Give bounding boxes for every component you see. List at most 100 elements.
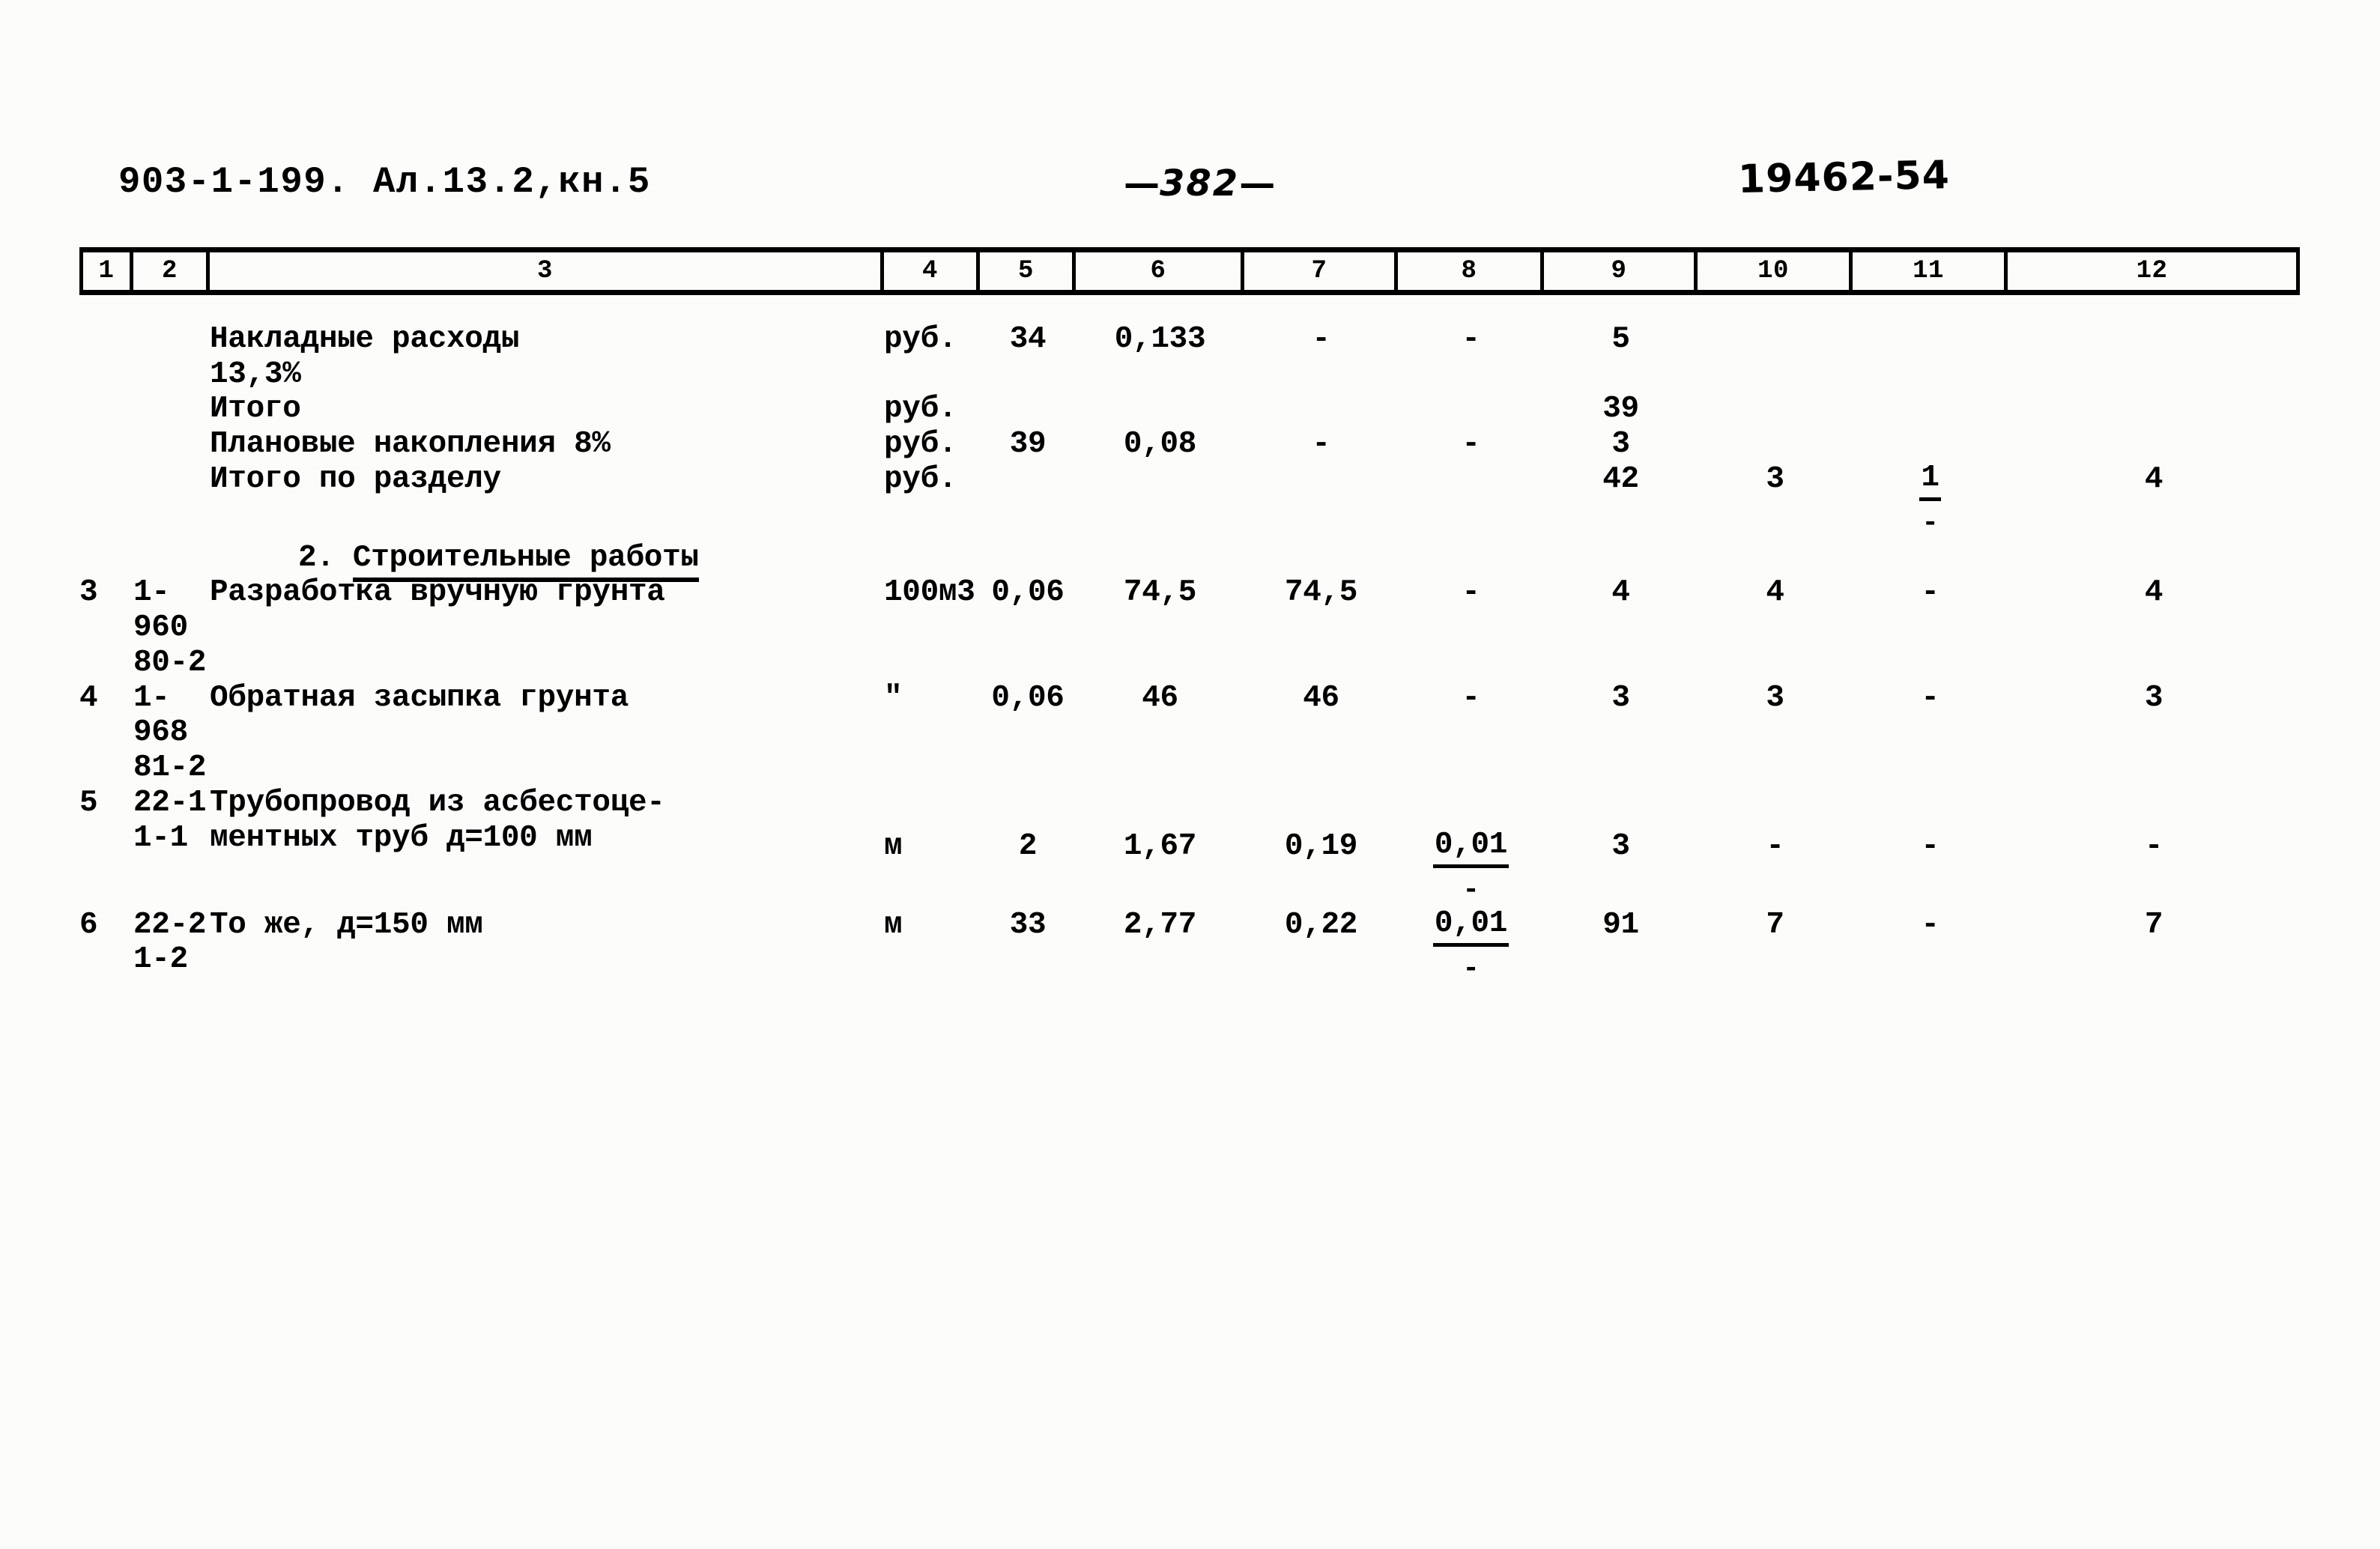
row-value-12: 4 (2144, 461, 2164, 497)
row-value-8: - (1462, 427, 1480, 462)
row-number: 5 (79, 785, 98, 820)
row-value-10: 3 (1766, 461, 1784, 497)
fraction-numerator: 0,01 (1432, 907, 1510, 947)
page-dash-left: — (1124, 163, 1160, 204)
fraction-denominator: - (1922, 506, 1939, 539)
row-value-8: - (1462, 680, 1480, 715)
row-code (133, 322, 210, 392)
document-code: 903-1-199. Ал.13.2,кн.5 (118, 161, 651, 203)
column-number-11: 11 (1853, 252, 2008, 290)
spacer-cell (79, 541, 133, 576)
row-unit: руб. (884, 427, 957, 462)
row-value-11: - (1921, 828, 1940, 864)
row-unit: м (884, 907, 903, 942)
table-row: Накладные расходы 13,3% руб. 34 0,133 - … (79, 322, 2300, 392)
row-value-11 (1853, 427, 2008, 462)
section-heading-row: 2. Строительные работы (79, 540, 2300, 582)
document-header: 903-1-199. Ал.13.2,кн.5 —382— 19462-54 (0, 153, 2380, 213)
column-number-6: 6 (1076, 252, 1244, 290)
row-description: Трубопровод из асбестоце- ментных труб д… (210, 785, 665, 855)
row-value-11-fraction: 1 - (1853, 461, 2008, 541)
row-description: Итого по разделу (210, 461, 501, 497)
row-unit: м (884, 828, 903, 864)
row-value-8-fraction: 0,01 - (1398, 907, 1544, 986)
row-value-11: - (1921, 575, 1940, 610)
row-value-5: 34 (1009, 322, 1047, 357)
row-value-10: 3 (1766, 680, 1784, 715)
row-code: 1-960 80-2 (133, 575, 207, 680)
row-value-8: - (1462, 322, 1480, 357)
row-value-7 (1244, 392, 1398, 427)
row-value-7 (1244, 462, 1398, 541)
row-value-10 (1698, 427, 1853, 462)
section-heading: 2. Строительные работы (210, 540, 2300, 582)
row-value-9: 3 (1611, 427, 1630, 462)
column-number-12: 12 (2008, 252, 2300, 290)
row-description: Разработка вручную грунта (210, 575, 665, 610)
fraction-numerator: 1 (1919, 461, 1941, 501)
row-code: 22-1 1-1 (133, 785, 207, 855)
row-value-6: 0,08 (1123, 427, 1197, 462)
row-value-12: 7 (2144, 907, 2164, 942)
row-value-12 (2008, 427, 2300, 462)
row-value-6: 1,67 (1123, 828, 1197, 864)
page-dash-right: — (1239, 163, 1276, 204)
row-code (133, 427, 210, 462)
column-number-3: 3 (210, 252, 884, 290)
row-value-12 (2008, 322, 2300, 392)
column-number-7: 7 (1244, 252, 1398, 290)
row-value-8 (1398, 462, 1544, 541)
row-value-11: - (1921, 907, 1940, 942)
row-description: Накладные расходы 13,3% (210, 322, 520, 392)
row-value-5: 0,06 (991, 680, 1065, 715)
row-value-12: - (2144, 828, 2164, 864)
column-number-5: 5 (980, 252, 1076, 290)
row-number: 4 (79, 680, 98, 715)
table-row: Итого руб. 39 (79, 392, 2300, 427)
row-value-12 (2008, 392, 2300, 427)
row-value-7: - (1312, 427, 1330, 462)
fraction-denominator: - (1462, 952, 1480, 985)
row-value-8 (1398, 392, 1544, 427)
row-value-9: 3 (1611, 680, 1630, 715)
page-number: 382 (1160, 163, 1240, 204)
row-code (133, 392, 210, 427)
row-number: 6 (79, 907, 98, 942)
row-value-9: 4 (1611, 575, 1630, 610)
row-value-5: 33 (1009, 907, 1047, 942)
column-number-8: 8 (1398, 252, 1544, 290)
row-number (79, 322, 133, 392)
row-value-10: 7 (1766, 907, 1784, 942)
row-value-11 (1853, 392, 2008, 427)
row-value-8-fraction: 0,01 - (1398, 786, 1544, 908)
table-row: Плановые накопления 8% руб. 39 0,08 - - … (79, 427, 2300, 462)
row-number (79, 392, 133, 427)
document-page: 903-1-199. Ал.13.2,кн.5 —382— 19462-54 1… (0, 0, 2380, 1549)
table-row: Итого по разделу руб. 42 3 1 - 4 (79, 461, 2300, 541)
column-number-4: 4 (884, 252, 980, 290)
row-value-9: 5 (1611, 322, 1630, 357)
row-value-6: 2,77 (1123, 907, 1197, 942)
row-value-10: 4 (1766, 575, 1784, 610)
row-value-5: 2 (1018, 828, 1038, 864)
row-value-5: 0,06 (991, 575, 1065, 610)
row-description: Плановые накопления 8% (210, 427, 611, 462)
row-value-9: 39 (1602, 392, 1639, 427)
row-value-6: 74,5 (1123, 575, 1197, 610)
row-value-5: 39 (1009, 427, 1047, 462)
row-value-9: 42 (1602, 461, 1639, 497)
fraction: 0,01 - (1432, 828, 1510, 906)
row-number: 3 (79, 575, 98, 610)
column-number-band: 1 2 3 4 5 6 7 8 9 10 11 12 (79, 247, 2300, 295)
archive-stamp: 19462-54 (1737, 153, 1951, 202)
row-value-6 (1076, 392, 1244, 427)
fraction: 0,01 - (1432, 907, 1510, 985)
column-number-1: 1 (79, 252, 133, 290)
fraction-numerator: 0,01 (1432, 828, 1510, 868)
row-value-12: 4 (2144, 575, 2164, 610)
row-value-5 (980, 392, 1076, 427)
row-value-10: - (1766, 828, 1784, 864)
row-value-11 (1853, 322, 2008, 392)
row-unit: руб. (884, 461, 957, 497)
row-value-10 (1698, 322, 1853, 392)
